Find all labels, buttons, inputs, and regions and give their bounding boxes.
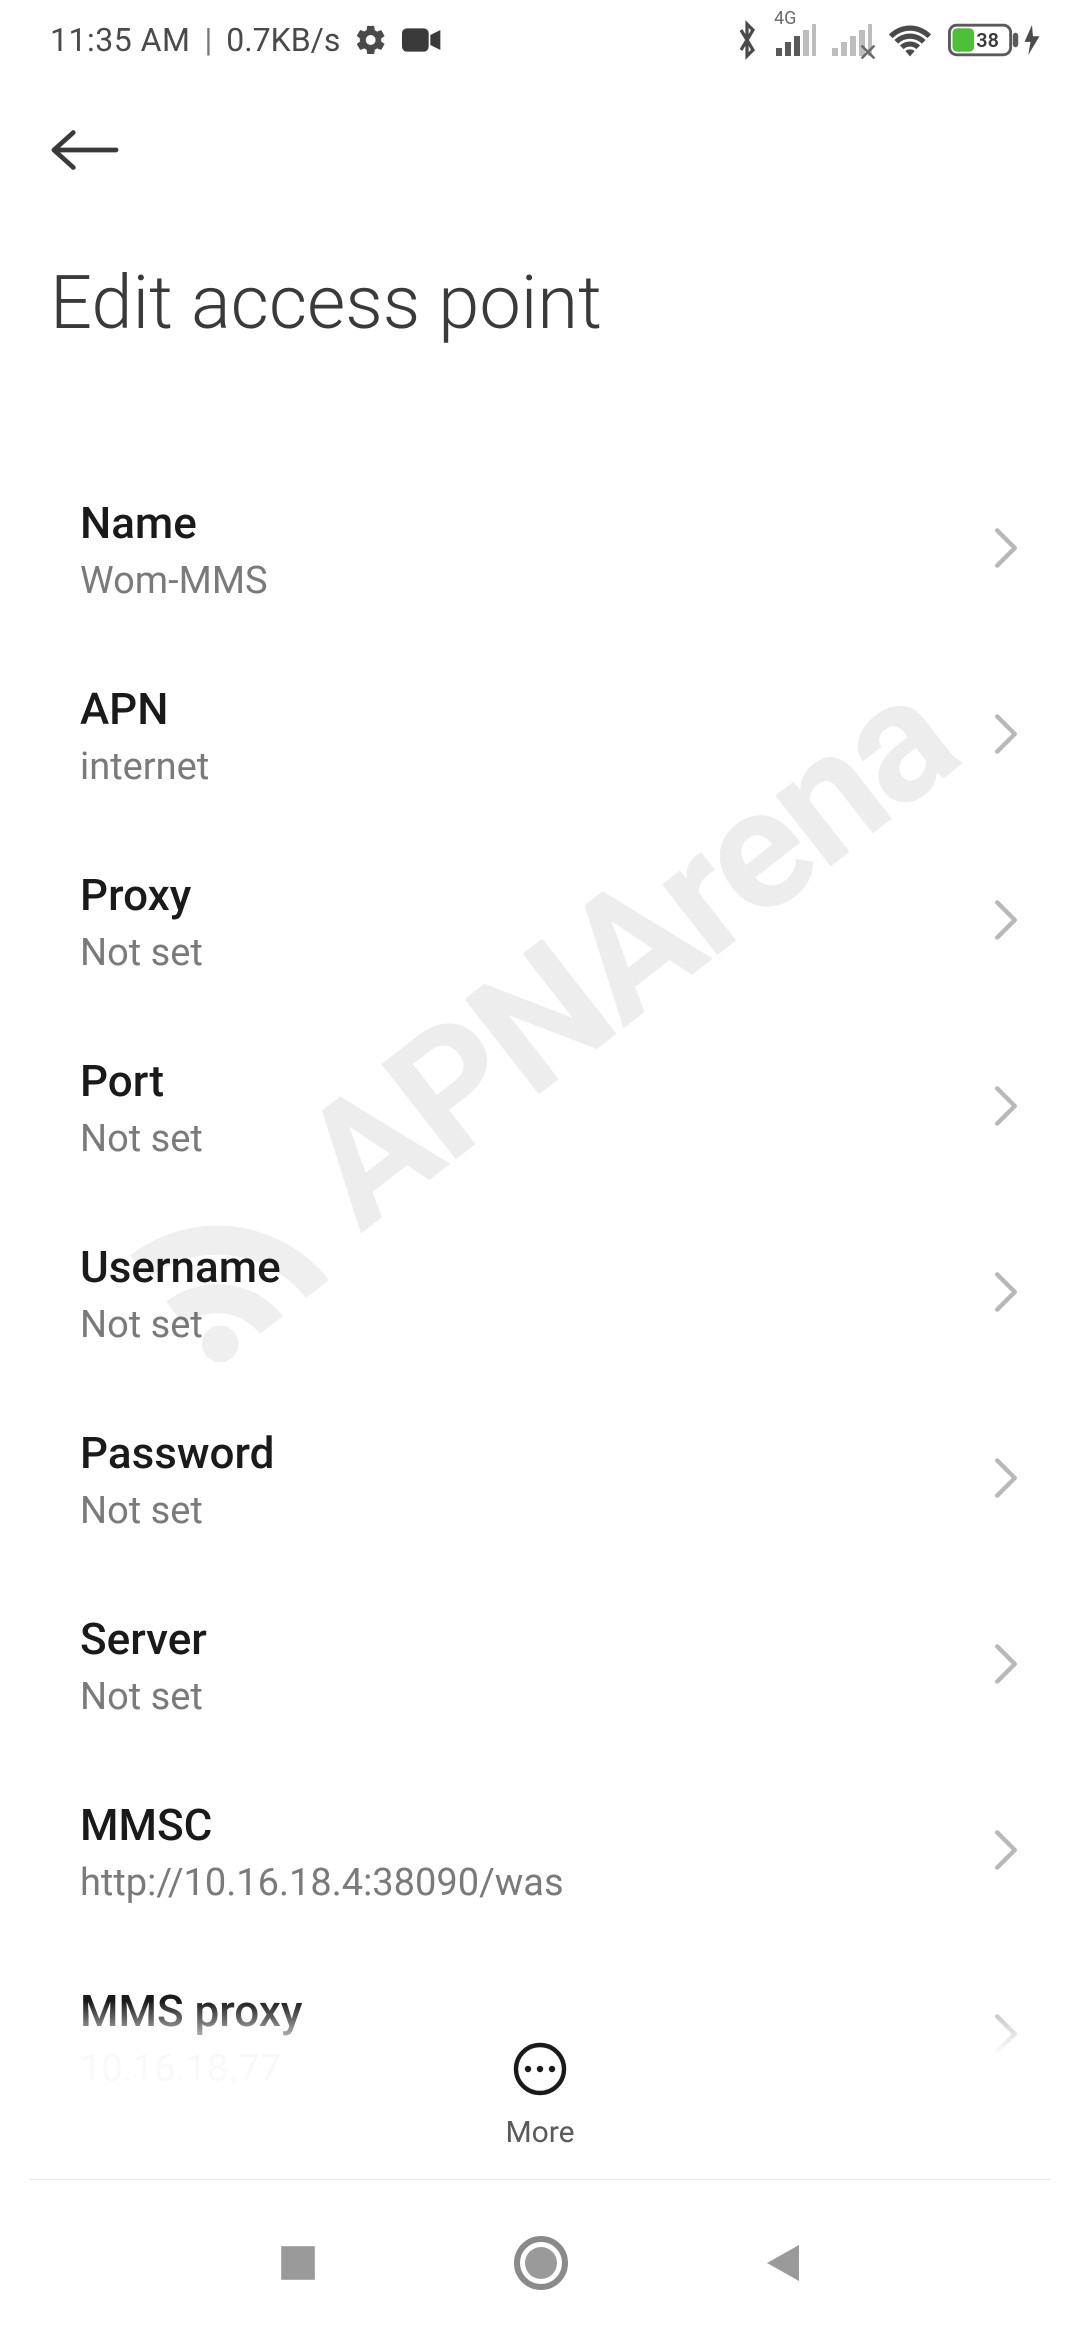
item-label: Proxy — [80, 869, 203, 921]
more-button[interactable]: More — [0, 2001, 1080, 2170]
status-bar: 11:35 AM | 0.7KB/s 4G — [0, 0, 1080, 80]
item-value: Not set — [80, 1675, 207, 1719]
settings-list: Name Wom-MMS APN internet Proxy Not set … — [0, 457, 1080, 2127]
wifi-icon — [888, 23, 932, 57]
video-camera-icon — [402, 26, 442, 54]
status-right: 4G — [734, 20, 1040, 60]
item-value: Wom-MMS — [80, 559, 268, 603]
battery-percent-text: 38 — [976, 29, 999, 52]
apn-item-server[interactable]: Server Not set — [0, 1573, 1080, 1759]
more-icon — [512, 2041, 568, 2101]
nav-home-button[interactable] — [513, 2235, 569, 2295]
chevron-right-icon — [992, 1084, 1020, 1132]
apn-item-password[interactable]: Password Not set — [0, 1387, 1080, 1573]
item-value: http://10.16.18.4:38090/was — [80, 1861, 564, 1905]
nav-back-button[interactable] — [763, 2241, 803, 2289]
chevron-right-icon — [992, 1828, 1020, 1876]
chevron-right-icon — [992, 1270, 1020, 1318]
item-label: Port — [80, 1055, 203, 1107]
back-button[interactable] — [50, 120, 130, 180]
item-label: Name — [80, 497, 268, 549]
chevron-right-icon — [992, 526, 1020, 574]
nav-recent-button[interactable] — [277, 2242, 319, 2288]
cellular-2-icon — [832, 24, 872, 56]
chevron-right-icon — [992, 1456, 1020, 1504]
chevron-right-icon — [992, 898, 1020, 946]
circle-icon — [513, 2235, 569, 2291]
chevron-right-icon — [992, 1642, 1020, 1690]
bottom-divider — [30, 2179, 1050, 2180]
apn-item-mmsc[interactable]: MMSC http://10.16.18.4:38090/was — [0, 1759, 1080, 1945]
item-value: Not set — [80, 931, 203, 975]
apn-item-proxy[interactable]: Proxy Not set — [0, 829, 1080, 1015]
item-value: Not set — [80, 1489, 274, 1533]
item-label: Server — [80, 1613, 207, 1665]
status-left: 11:35 AM | 0.7KB/s — [50, 21, 442, 59]
arrow-left-icon — [50, 130, 120, 170]
apn-item-apn[interactable]: APN internet — [0, 643, 1080, 829]
item-label: APN — [80, 683, 209, 735]
cell-4g-label: 4G — [774, 8, 796, 29]
item-value: Not set — [80, 1117, 203, 1161]
item-value: internet — [80, 745, 209, 789]
charging-bolt-icon — [1024, 25, 1040, 55]
status-net-speed: 0.7KB/s — [226, 21, 340, 59]
status-divider: | — [204, 21, 212, 59]
apn-item-username[interactable]: Username Not set — [0, 1201, 1080, 1387]
square-icon — [277, 2242, 319, 2284]
item-label: Password — [80, 1427, 274, 1479]
triangle-left-icon — [763, 2241, 803, 2285]
apn-item-port[interactable]: Port Not set — [0, 1015, 1080, 1201]
header: Edit access point — [0, 80, 1080, 347]
page-title: Edit access point — [50, 260, 1030, 347]
cellular-1-icon: 4G — [776, 24, 816, 56]
battery-icon: 38 — [948, 23, 1040, 57]
item-label: MMSC — [80, 1799, 564, 1851]
bluetooth-icon — [734, 20, 760, 60]
gear-icon — [354, 23, 388, 57]
chevron-right-icon — [992, 712, 1020, 760]
item-value: Not set — [80, 1303, 281, 1347]
apn-item-name[interactable]: Name Wom-MMS — [0, 457, 1080, 643]
navigation-bar — [0, 2190, 1080, 2340]
status-time: 11:35 AM — [50, 21, 190, 59]
item-label: Username — [80, 1241, 281, 1293]
more-label: More — [505, 2115, 574, 2150]
